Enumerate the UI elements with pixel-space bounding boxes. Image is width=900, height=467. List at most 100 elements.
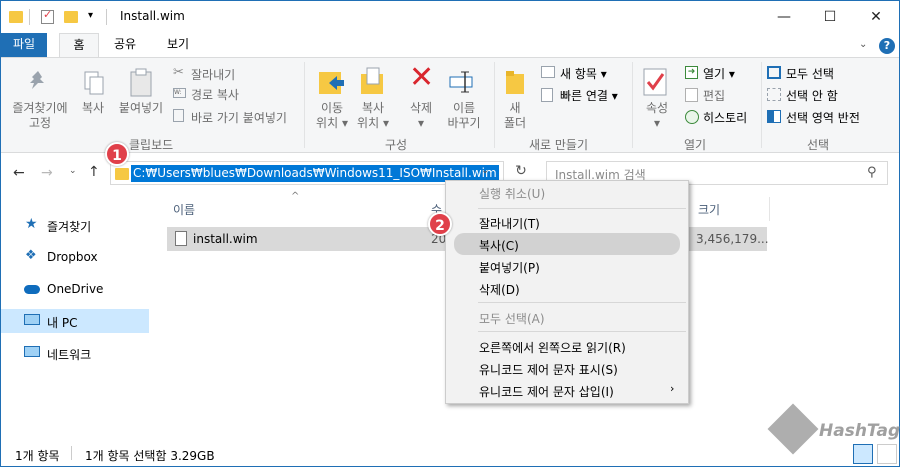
tab-home[interactable]: 홈 (59, 33, 99, 57)
new-folder-button[interactable]: 새 폴더 (497, 101, 533, 131)
group-title-select: 선택 (807, 138, 830, 152)
history-button[interactable]: 히스토리 (703, 109, 747, 126)
new-folder-label-1: 새 (509, 101, 521, 115)
network-icon (24, 346, 40, 357)
details-view-icon[interactable] (853, 444, 873, 464)
divider (29, 9, 30, 25)
maximize-button[interactable]: ☐ (807, 1, 853, 33)
menu-label: 삭제(D) (479, 283, 520, 297)
pin-to-quick-access-button[interactable]: 즐겨찾기에 고정 (5, 101, 75, 131)
copy-to-button[interactable]: 복사 위치 ▾ (351, 101, 395, 131)
move-to-button[interactable]: 이동 위치 ▾ (309, 101, 355, 131)
nav-label: 즐겨찾기 (47, 220, 92, 234)
divider (106, 9, 107, 25)
tab-share[interactable]: 공유 (105, 33, 145, 57)
nav-label: 네트워크 (47, 348, 92, 362)
select-all-button[interactable]: 모두 선택 (786, 65, 834, 82)
search-icon: ⚲ (867, 165, 877, 180)
address-path-selected[interactable]: C:₩Users₩blues₩Downloads₩Windows11_ISO₩I… (131, 165, 499, 182)
copyto-label-2: 위치 (357, 116, 380, 130)
minimize-button[interactable]: — (761, 1, 807, 33)
menu-item-copy[interactable]: 복사(C) (454, 233, 680, 255)
recent-locations-icon[interactable]: ⌄ (69, 166, 77, 176)
group-separator (304, 62, 305, 148)
properties-quick-icon[interactable]: ✓ (41, 8, 54, 24)
up-arrow-icon[interactable]: ↑ (88, 164, 100, 180)
select-none-icon (767, 88, 781, 101)
tab-file[interactable]: 파일 (1, 33, 47, 57)
column-header-name[interactable]: 이름 (173, 201, 195, 218)
copy-icon (83, 70, 105, 96)
move-label-1: 이동 (320, 101, 344, 115)
file-size: 3,456,179... (696, 232, 769, 246)
group-title-open: 열기 (684, 138, 707, 152)
group-title-organize: 구성 (385, 138, 408, 152)
submenu-arrow-icon: › (670, 382, 675, 395)
properties-button[interactable]: 속성 ▾ (639, 101, 675, 131)
nav-item-dropbox[interactable]: ❖ Dropbox (1, 245, 149, 269)
column-divider (769, 197, 770, 221)
nav-item-this-pc[interactable]: 내 PC (1, 309, 149, 333)
watermark-text: HashTag (819, 421, 900, 441)
cut-button[interactable]: 잘라내기 (191, 66, 235, 83)
column-header-size[interactable]: 크기 (698, 201, 720, 218)
copy-path-button[interactable]: 경로 복사 (191, 86, 239, 103)
status-selection: 1개 항목 선택함 3.29GB (85, 449, 215, 463)
customize-quick-access-icon[interactable]: ▾ (88, 10, 93, 21)
large-icons-view-icon[interactable] (877, 444, 897, 464)
edit-icon (685, 88, 698, 102)
properties-label: 속성 (645, 101, 669, 115)
easy-access-icon (541, 88, 553, 102)
menu-item-show-unicode[interactable]: 유니코드 제어 문자 표시(S) (446, 357, 688, 379)
new-item-label: 새 항목 (560, 67, 597, 81)
group-separator (632, 62, 633, 148)
select-all-icon (767, 66, 781, 79)
nav-item-quick-access[interactable]: ★ 즐겨찾기 (1, 213, 149, 237)
group-separator (761, 62, 762, 148)
rename-icon (449, 70, 477, 94)
nav-item-onedrive[interactable]: OneDrive (1, 277, 149, 301)
menu-item-paste[interactable]: 붙여넣기(P) (446, 255, 688, 277)
rename-label-1: 이름 (452, 101, 476, 115)
delete-button[interactable]: 삭제 ▾ (403, 101, 439, 131)
menu-item-undo[interactable]: 실행 취소(U) (446, 181, 688, 203)
paste-button[interactable]: 붙여넣기 (113, 101, 169, 116)
menu-label: 모두 선택(A) (479, 312, 545, 326)
step-badge-2: 2 (428, 212, 452, 236)
group-separator (494, 62, 495, 148)
open-button[interactable]: 열기 ▾ (703, 65, 735, 82)
explorer-window: ✓ ▾ Install.wim — ☐ ✕ 파일 홈 공유 보기 ⌄ ? 즐겨찾… (0, 0, 900, 467)
select-none-button[interactable]: 선택 안 함 (786, 87, 838, 104)
tab-view[interactable]: 보기 (156, 33, 200, 57)
invert-selection-button[interactable]: 선택 영역 반전 (786, 109, 860, 126)
dropbox-icon: ❖ (25, 248, 37, 263)
group-title-clipboard: 클립보드 (129, 138, 174, 152)
new-folder-quick-icon[interactable] (64, 11, 78, 23)
nav-item-network[interactable]: 네트워크 (1, 341, 149, 365)
copy-button[interactable]: 복사 (75, 101, 111, 116)
menu-item-delete[interactable]: 삭제(D) (446, 277, 688, 299)
menu-item-rtl[interactable]: 오른쪽에서 왼쪽으로 읽기(R) (446, 335, 688, 357)
back-arrow-icon[interactable]: ← (13, 165, 25, 181)
address-history-icon[interactable]: ⌄ (481, 165, 489, 176)
close-button[interactable]: ✕ (853, 1, 899, 33)
edit-button[interactable]: 편집 (703, 87, 725, 104)
forward-arrow-icon[interactable]: → (41, 165, 53, 181)
rename-button[interactable]: 이름 바꾸기 (441, 101, 487, 131)
folder-icon (115, 168, 129, 180)
menu-label: 실행 취소(U) (479, 187, 546, 201)
paste-shortcut-button[interactable]: 바로 가기 붙여넣기 (191, 109, 287, 126)
menu-item-cut[interactable]: 잘라내기(T) (446, 211, 688, 233)
new-folder-label-2: 폴더 (503, 116, 527, 130)
ribbon: 즐겨찾기에 고정 복사 붙여넣기 ✂ 잘라내기 W: 경로 복사 바로 가기 붙… (1, 57, 899, 153)
menu-item-select-all[interactable]: 모두 선택(A) (446, 306, 688, 328)
menu-item-insert-unicode[interactable]: 유니코드 제어 문자 삽입(I) › (446, 379, 688, 401)
menu-label: 붙여넣기(P) (479, 261, 540, 275)
new-item-icon (541, 66, 555, 78)
help-icon[interactable]: ? (879, 38, 895, 54)
menu-separator (478, 302, 686, 303)
open-label: 열기 (703, 67, 726, 81)
new-item-button[interactable]: 새 항목 ▾ (560, 65, 607, 82)
easy-access-button[interactable]: 빠른 연결 ▾ (560, 87, 618, 104)
collapse-ribbon-icon[interactable]: ⌄ (859, 39, 867, 50)
